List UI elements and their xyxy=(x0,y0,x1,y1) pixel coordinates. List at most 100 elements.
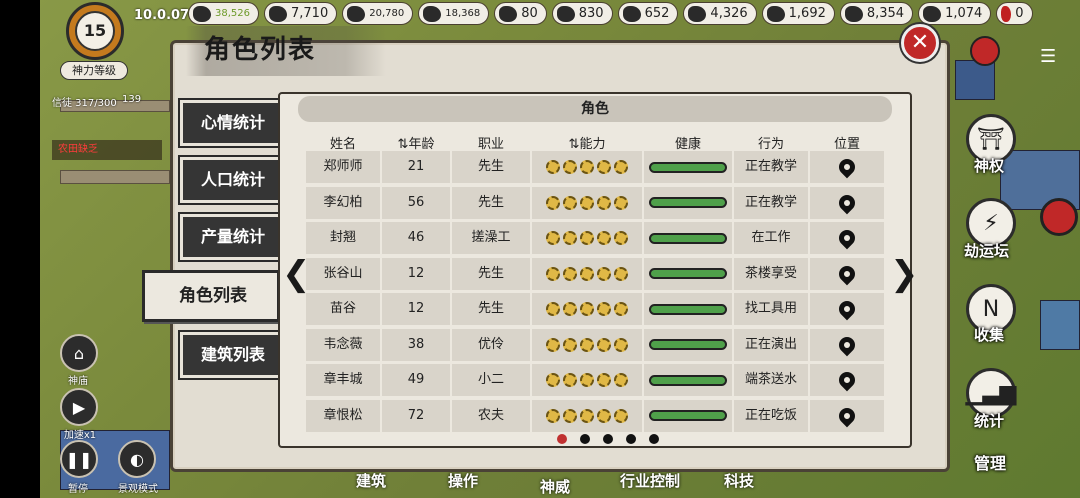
leaf-icon xyxy=(193,5,211,22)
location-pin-icon[interactable] xyxy=(835,262,859,285)
tab-mood-stats[interactable]: 心情统计 xyxy=(180,100,292,146)
cell-location[interactable] xyxy=(810,257,884,290)
header-name[interactable]: 姓名 xyxy=(306,133,380,152)
table-row[interactable]: 李幻柏 56 先生 正在教学 xyxy=(306,186,884,219)
speed-button[interactable]: ▶ xyxy=(60,388,98,426)
health-bar xyxy=(649,232,727,244)
level-number: 15 xyxy=(75,11,115,51)
cell-location[interactable] xyxy=(810,222,884,254)
bottom-tab-industry[interactable]: 行业控制 xyxy=(620,470,680,491)
believer-count: 139 xyxy=(122,94,142,105)
table-row[interactable]: 封翘 46 搓澡工 在工作 xyxy=(306,222,884,254)
resource-coin-pile[interactable]: 7,710 xyxy=(264,2,338,25)
location-pin-icon[interactable] xyxy=(835,368,859,392)
cell-action: 正在教学 xyxy=(734,186,808,219)
ability-star-icon xyxy=(580,160,594,174)
cell-ability xyxy=(532,399,642,432)
cell-location[interactable] xyxy=(810,399,884,432)
pause-button[interactable]: ❚❚ xyxy=(60,440,98,478)
page-dot[interactable] xyxy=(557,434,567,444)
resource-blood-drop[interactable]: 0 xyxy=(996,2,1033,25)
resource-value: 4,326 xyxy=(710,6,748,21)
tab-population-stats[interactable]: 人口统计 xyxy=(180,157,292,203)
menu-icon[interactable]: ☰ xyxy=(1040,46,1056,67)
resource-cloud[interactable]: 80 xyxy=(494,2,547,25)
table-row[interactable]: 郑师师 21 先生 正在教学 xyxy=(306,151,884,183)
cell-location[interactable] xyxy=(810,186,884,219)
temple-label: 神庙 xyxy=(68,376,88,387)
table-row[interactable]: 韦念薇 38 优伶 正在演出 xyxy=(306,328,884,361)
page-dot[interactable] xyxy=(603,434,613,444)
location-pin-icon[interactable] xyxy=(835,155,859,179)
bottom-tab-divine-might[interactable]: 神威 xyxy=(540,476,570,497)
header-age[interactable]: ⇅年龄 xyxy=(382,133,450,152)
temple-button[interactable]: ⌂ xyxy=(60,334,98,372)
health-bar xyxy=(649,161,727,173)
ability-star-icon xyxy=(546,231,560,245)
resource-grain-bag[interactable]: 4,326 xyxy=(683,2,757,25)
resource-boat[interactable]: 8,354 xyxy=(839,2,914,25)
manage-button[interactable]: 管理 xyxy=(974,450,1006,474)
cell-age: 49 xyxy=(382,364,450,396)
alert-banner[interactable]: 农田缺乏 xyxy=(52,140,162,160)
resource-pickaxe[interactable]: 652 xyxy=(617,2,679,25)
location-pin-icon[interactable] xyxy=(835,191,859,214)
timer-icon[interactable] xyxy=(1040,198,1078,236)
bar-chart-icon: ▁▃▆ xyxy=(965,380,1017,406)
header-action[interactable]: 行为 xyxy=(734,133,808,152)
page-dot[interactable] xyxy=(626,434,636,444)
header-location[interactable]: 位置 xyxy=(810,133,884,152)
view-mode-label: 景观模式 xyxy=(118,484,158,495)
tab-production-stats[interactable]: 产量统计 xyxy=(180,214,292,260)
location-pin-icon[interactable] xyxy=(835,226,859,250)
location-pin-icon[interactable] xyxy=(835,297,859,321)
header-health[interactable]: 健康 xyxy=(644,133,732,152)
ability-star-icon xyxy=(580,373,594,387)
view-mode-button[interactable]: ◐ xyxy=(118,440,156,478)
stone-icon xyxy=(423,5,442,22)
panel-title: 角色列表 xyxy=(186,26,386,76)
table-row[interactable]: 章丰城 49 小二 端茶送水 xyxy=(306,364,884,396)
resource-stone[interactable]: 18,368 xyxy=(418,2,490,25)
header-ability[interactable]: ⇅能力 xyxy=(532,133,642,152)
page-dot[interactable] xyxy=(649,434,659,444)
page-dot[interactable] xyxy=(580,434,590,444)
boat-icon xyxy=(844,5,863,22)
table-row[interactable]: 张谷山 12 先生 茶楼享受 xyxy=(306,257,884,290)
ability-star-icon xyxy=(546,302,560,316)
resource-chest[interactable]: 1,074 xyxy=(918,2,992,25)
pause-icon: ❚❚ xyxy=(65,449,93,469)
followers-count: 信徒 317/300 xyxy=(52,98,117,109)
bottom-tab-tech[interactable]: 科技 xyxy=(724,470,754,491)
resource-ore[interactable]: 20,780 xyxy=(342,2,414,25)
tab-character-list[interactable]: 角色列表 xyxy=(142,270,280,322)
cell-location[interactable] xyxy=(810,293,884,325)
bottom-tab-operate[interactable]: 操作 xyxy=(448,470,478,491)
cell-location[interactable] xyxy=(810,151,884,183)
resource-value: 18,368 xyxy=(445,8,481,19)
table-row[interactable]: 苗谷 12 先生 找工具用 xyxy=(306,293,884,325)
health-bar xyxy=(649,303,727,315)
tab-building-list[interactable]: 建筑列表 xyxy=(180,332,292,378)
header-job[interactable]: 职业 xyxy=(452,133,530,152)
next-page-arrow[interactable]: ❯ xyxy=(890,254,919,294)
resource-leaf[interactable]: 38,526 xyxy=(188,2,259,25)
divine-level-badge[interactable]: 15 xyxy=(64,2,126,62)
cell-name: 张谷山 xyxy=(306,257,380,290)
location-pin-icon[interactable] xyxy=(835,404,859,427)
resource-pig[interactable]: 830 xyxy=(551,2,613,25)
resource-feather[interactable]: 1,692 xyxy=(761,2,835,25)
ability-star-icon xyxy=(597,231,611,245)
cell-age: 56 xyxy=(382,186,450,219)
prev-page-arrow[interactable]: ❮ xyxy=(282,254,311,294)
close-button[interactable]: ✕ xyxy=(901,24,939,62)
cell-action: 正在吃饭 xyxy=(734,399,808,432)
cell-location[interactable] xyxy=(810,364,884,396)
location-pin-icon[interactable] xyxy=(835,333,859,356)
cell-location[interactable] xyxy=(810,328,884,361)
feather-icon xyxy=(766,5,785,22)
table-row[interactable]: 章恨松 72 农夫 正在吃饭 xyxy=(306,399,884,432)
no-entry-icon[interactable] xyxy=(970,36,1000,66)
bottom-tab-build[interactable]: 建筑 xyxy=(356,470,386,491)
lightning-icon: ⚡ xyxy=(983,210,999,236)
